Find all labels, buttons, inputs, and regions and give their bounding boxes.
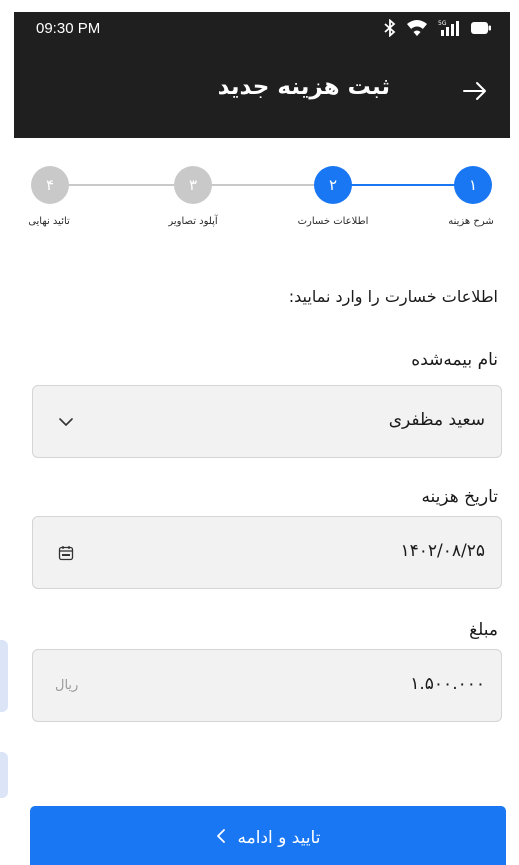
step-number: ۱ (468, 176, 478, 194)
back-button[interactable] (460, 78, 490, 104)
insured-name-select[interactable]: سعید مظفری (32, 385, 502, 458)
step-4-label: تائید نهایی (28, 216, 70, 227)
amount-label: مبلغ (469, 620, 498, 640)
phone-screen: 09:30 PM 5G ثبت هزینه جدید ۴ ۳ ۲ ۱ تائید… (14, 12, 510, 865)
step-number: ۳ (188, 176, 198, 194)
5g-signal-icon: 5G (438, 18, 460, 38)
edge-decoration (0, 752, 8, 798)
confirm-continue-label: تایید و ادامه (237, 828, 321, 848)
step-connector (350, 184, 458, 186)
insured-name-value: سعید مظفری (388, 410, 485, 430)
step-3-dot[interactable]: ۳ (174, 166, 212, 204)
step-4-dot[interactable]: ۴ (31, 166, 69, 204)
battery-icon (470, 18, 492, 38)
status-icons: 5G (384, 18, 492, 38)
app-bar: 09:30 PM 5G ثبت هزینه جدید (14, 12, 510, 138)
left-edge-strip (0, 0, 14, 865)
chevron-left-icon (216, 828, 226, 848)
edge-decoration (0, 640, 8, 712)
step-3-label: آپلود تصاویر (168, 216, 218, 227)
insured-name-label: نام بیمه‌شده (411, 350, 498, 370)
expense-date-input[interactable]: ۱۴۰۲/۰۸/۲۵ (32, 516, 502, 589)
expense-date-label: تاریخ هزینه (421, 487, 498, 507)
progress-stepper: ۴ ۳ ۲ ۱ تائید نهایی آپلود تصاویر اطلاعات… (14, 158, 510, 238)
expense-date-value: ۱۴۰۲/۰۸/۲۵ (400, 541, 485, 561)
step-connector (68, 184, 178, 186)
status-time: 09:30 PM (36, 20, 101, 37)
confirm-continue-button[interactable]: تایید و ادامه (30, 806, 506, 865)
bluetooth-icon (384, 18, 396, 38)
calendar-icon[interactable] (55, 542, 77, 564)
step-number: ۲ (328, 176, 338, 194)
svg-text:5G: 5G (438, 20, 447, 27)
step-1-label: شرح هزینه (448, 216, 494, 227)
page-title: ثبت هزینه جدید (217, 74, 390, 100)
step-1-dot[interactable]: ۱ (454, 166, 492, 204)
chevron-down-icon (55, 411, 77, 433)
amount-value: ۱.۵۰۰.۰۰۰ (410, 674, 485, 694)
step-2-label: اطلاعات خسارت (297, 216, 369, 227)
step-2-dot[interactable]: ۲ (314, 166, 352, 204)
arrow-right-icon (463, 82, 486, 100)
currency-unit: ریال (55, 678, 79, 693)
form-prompt: اطلاعات خسارت را وارد نمایید: (288, 287, 498, 306)
step-connector (210, 184, 318, 186)
amount-input[interactable]: ۱.۵۰۰.۰۰۰ ریال (32, 649, 502, 722)
step-number: ۴ (45, 176, 55, 194)
wifi-icon (406, 18, 428, 38)
